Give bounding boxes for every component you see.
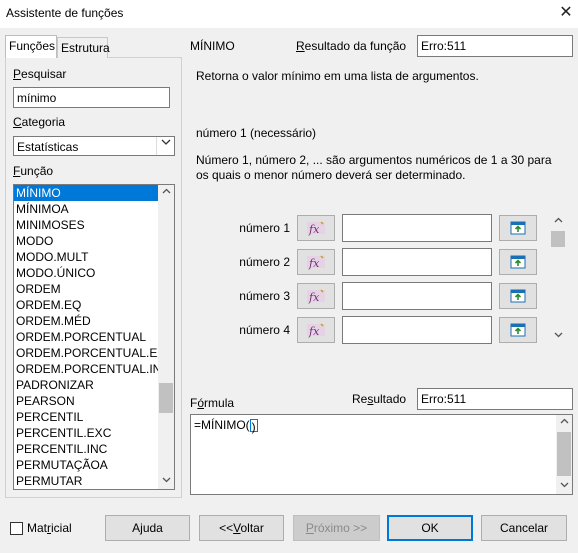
function-list-item[interactable]: PERMUTAR <box>14 473 158 489</box>
shrink-select-icon[interactable] <box>499 249 537 275</box>
argument-input[interactable] <box>342 282 492 310</box>
category-value: Estatísticas <box>17 140 79 154</box>
formula-label: Fórmula <box>190 396 235 410</box>
function-list-item[interactable]: PEARSON <box>14 393 158 409</box>
chevron-down-icon[interactable] <box>156 137 174 155</box>
tab-structure[interactable]: Estrutura <box>57 37 110 58</box>
function-label-rest: unção <box>20 164 54 178</box>
function-wizard-icon[interactable]: fx <box>297 317 335 343</box>
function-result-label-rest: esultado da função <box>304 39 407 53</box>
argument-input[interactable] <box>342 248 492 276</box>
arguments-scrollbar[interactable] <box>550 214 566 344</box>
function-list-item[interactable]: MODO <box>14 233 158 249</box>
formula-result-label: Resultado <box>352 392 407 406</box>
tab-functions[interactable]: Funções <box>5 35 57 58</box>
formula-text: =MÍNIMO( <box>194 418 250 432</box>
argument-label: número 2 <box>239 255 290 269</box>
shrink-select-icon[interactable] <box>499 283 537 309</box>
formula-cursor: ) <box>249 419 258 434</box>
function-wizard-icon[interactable]: fx <box>297 249 335 275</box>
args-scroll-down-icon[interactable] <box>550 328 566 344</box>
function-label: Função <box>13 164 53 178</box>
args-scroll-thumb[interactable] <box>551 231 565 247</box>
argument-label: número 3 <box>239 289 290 303</box>
function-list-item[interactable]: MODO.ÚNICO <box>14 265 158 281</box>
args-scroll-up-icon[interactable] <box>550 214 566 230</box>
function-list-item[interactable]: PERCENTIL.INC <box>14 441 158 457</box>
scroll-thumb[interactable] <box>159 383 173 413</box>
formula-scroll-down-icon[interactable] <box>556 478 572 494</box>
function-result-label: Resultado da função <box>296 39 406 53</box>
search-label: Pesquisar <box>13 67 66 81</box>
scroll-up-icon[interactable] <box>158 185 174 201</box>
svg-text:fx: fx <box>308 325 320 338</box>
category-label: Categoria <box>13 115 65 129</box>
function-list-item[interactable]: ORDEM.EQ <box>14 297 158 313</box>
formula-scroll-thumb[interactable] <box>557 432 571 476</box>
function-name: MÍNIMO <box>190 39 235 53</box>
formula-result-field: Erro:511 <box>417 388 573 410</box>
scroll-down-icon[interactable] <box>158 473 174 489</box>
next-button[interactable]: Próximo >> <box>293 515 380 541</box>
shrink-select-icon[interactable] <box>499 317 537 343</box>
argument-title: número 1 (necessário) <box>196 126 317 140</box>
function-list[interactable]: MÍNIMO MÍNIMOA MINIMOSES MODO MODO.MULT MODO.… <box>13 184 175 490</box>
formula-editor[interactable]: =MÍNIMO() <box>190 414 573 495</box>
shrink-select-icon[interactable] <box>499 215 537 241</box>
function-list-item[interactable]: MÍNIMO <box>14 185 158 201</box>
svg-text:fx: fx <box>308 257 320 270</box>
matricial-label: Matricial <box>27 521 72 535</box>
formula-scroll-up-icon[interactable] <box>556 415 572 431</box>
argument-description: Número 1, número 2, ... são argumentos n… <box>196 153 552 182</box>
function-result-field: Erro:511 <box>417 35 573 57</box>
function-wizard-icon[interactable]: fx <box>297 283 335 309</box>
function-list-item[interactable]: ORDEM <box>14 281 158 297</box>
search-label-accel: P <box>13 67 22 81</box>
function-list-scrollbar[interactable] <box>158 185 174 489</box>
cancel-button[interactable]: Cancelar <box>481 515 567 541</box>
search-input[interactable]: mínimo <box>13 87 170 108</box>
function-result-label-accel: R <box>296 39 305 53</box>
search-label-rest: esquisar <box>21 67 67 81</box>
function-items: MÍNIMO MÍNIMOA MINIMOSES MODO MODO.MULT MODO.… <box>14 185 174 489</box>
function-list-item[interactable]: MÍNIMOA <box>14 201 158 217</box>
category-select[interactable]: Estatísticas <box>13 136 175 156</box>
function-list-item[interactable]: ORDEM.PORCENTUAL.INC <box>14 361 158 377</box>
function-list-item[interactable]: MODO.MULT <box>14 249 158 265</box>
ok-button[interactable]: OK <box>387 515 473 541</box>
help-button[interactable]: Ajuda <box>105 515 190 541</box>
svg-text:fx: fx <box>308 223 320 236</box>
function-wizard-icon[interactable]: fx <box>297 215 335 241</box>
function-description: Retorna o valor mínimo em uma lista de a… <box>196 69 479 83</box>
close-icon[interactable]: ✕ <box>556 3 576 23</box>
function-list-item[interactable]: PERCENTIL <box>14 409 158 425</box>
argument-label: número 4 <box>239 323 290 337</box>
back-button[interactable]: <<Voltar <box>199 515 284 541</box>
argument-input[interactable] <box>342 316 492 344</box>
argument-label: número 1 <box>239 221 290 235</box>
matricial-checkbox[interactable] <box>10 522 23 535</box>
function-list-item[interactable]: MINIMOSES <box>14 217 158 233</box>
function-list-item[interactable]: PADRONIZAR <box>14 377 158 393</box>
function-list-item[interactable]: ORDEM.MÉD <box>14 313 158 329</box>
function-list-item[interactable]: PERMUTAÇÃOA <box>14 457 158 473</box>
category-label-accel: C <box>13 115 22 129</box>
argument-input[interactable] <box>342 214 492 242</box>
function-list-item[interactable]: ORDEM.PORCENTUAL.EXC <box>14 345 158 361</box>
category-label-rest: ategoria <box>21 115 66 129</box>
window-title: Assistente de funções <box>6 6 124 20</box>
svg-text:fx: fx <box>308 291 320 304</box>
function-list-item[interactable]: PERCENTIL.EXC <box>14 425 158 441</box>
function-list-item[interactable]: ORDEM.PORCENTUAL <box>14 329 158 345</box>
formula-scrollbar[interactable] <box>556 415 572 494</box>
